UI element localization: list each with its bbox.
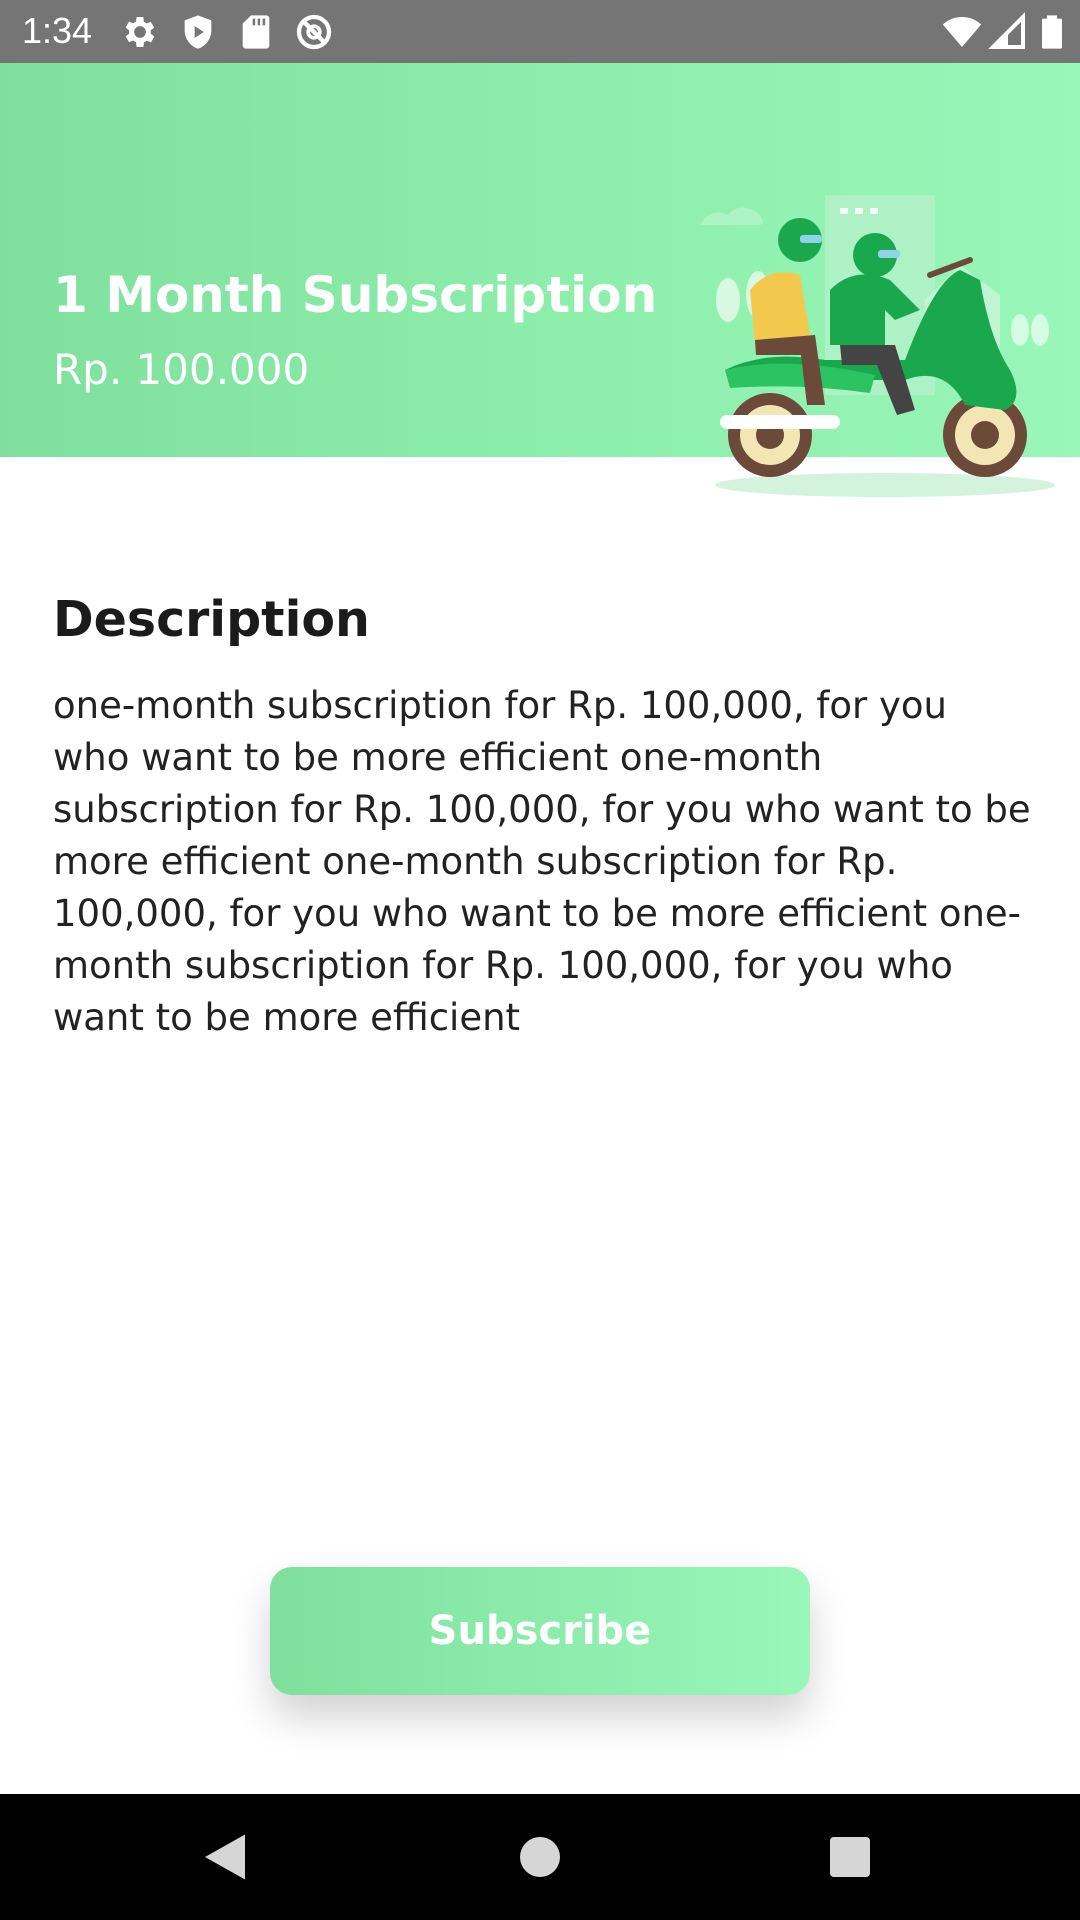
home-icon[interactable] — [510, 1827, 570, 1887]
description-text: one-month subscription for Rp. 100,000, … — [53, 684, 1031, 1039]
subscribe-button[interactable]: Subscribe — [270, 1567, 810, 1695]
description-heading: Description — [53, 591, 370, 648]
status-time: 1:34 — [22, 10, 93, 51]
sd-card-icon — [236, 12, 276, 52]
wifi-icon — [942, 12, 982, 52]
subscription-price: Rp. 100.000 — [53, 345, 310, 394]
navigation-bar — [0, 1794, 1080, 1920]
back-icon[interactable] — [195, 1827, 255, 1887]
no-sync-icon — [294, 12, 334, 52]
status-bar: 1:34 — [0, 0, 1080, 63]
subscription-title: 1 Month Subscription — [53, 266, 658, 324]
motorbike-riders-illustration — [700, 195, 1055, 497]
signal-icon — [988, 12, 1028, 52]
shield-icon — [178, 12, 218, 52]
gear-icon — [120, 12, 160, 52]
battery-icon — [1032, 12, 1072, 52]
recents-icon[interactable] — [820, 1827, 880, 1887]
